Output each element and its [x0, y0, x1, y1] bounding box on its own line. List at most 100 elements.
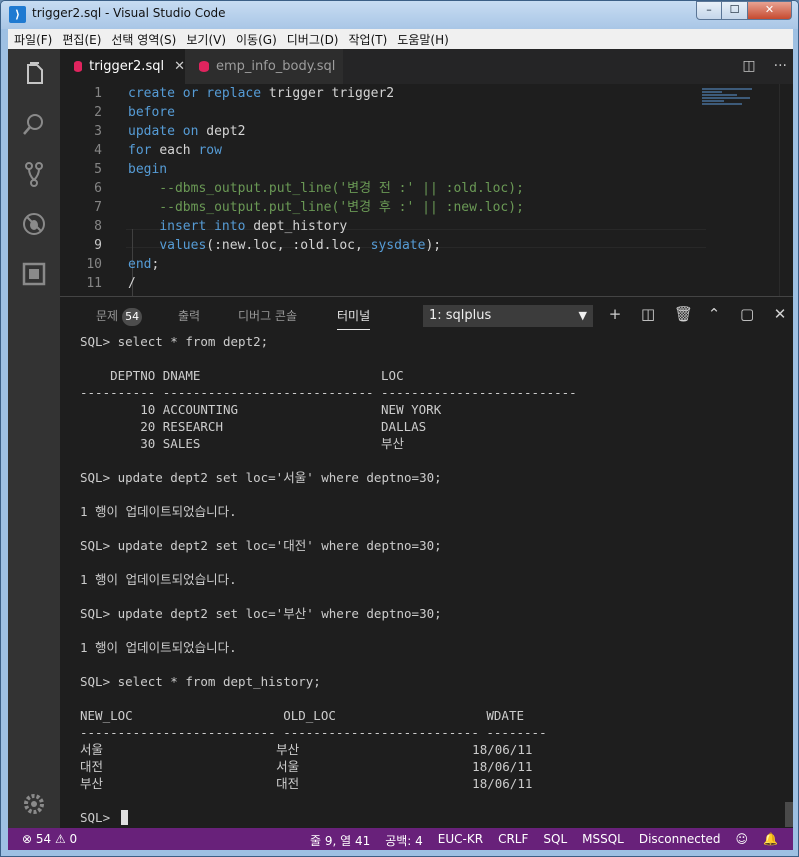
code-line: begin — [128, 162, 168, 177]
menu-help[interactable]: 도움말(H) — [397, 31, 449, 48]
close-tab-button[interactable]: ✕ — [174, 59, 185, 74]
search-icon[interactable] — [21, 111, 47, 137]
notifications-bell-icon[interactable]: 🔔 — [763, 832, 778, 849]
window-title: trigger2.sql - Visual Studio Code — [32, 6, 226, 20]
debug-icon[interactable] — [21, 211, 47, 237]
menu-file[interactable]: 파일(F) — [14, 31, 52, 48]
tab-problems[interactable]: 문제 54 — [96, 307, 143, 326]
terminal-line: SQL> update dept2 set loc='대전' where dep… — [80, 538, 442, 553]
problems-count-badge: 54 — [122, 308, 143, 326]
feedback-smiley-icon[interactable]: ☺ — [736, 832, 749, 849]
minimap[interactable] — [702, 88, 762, 118]
indentation[interactable]: 공백: 4 — [385, 832, 423, 849]
terminal-line: 30 SALES 부산 — [80, 436, 405, 451]
terminal-line: 서울 부산 18/06/11 — [80, 742, 533, 757]
terminal-line: 10 ACCOUNTING NEW YORK — [80, 402, 442, 417]
line-number: 10 — [86, 257, 102, 272]
menu-edit[interactable]: 편집(E) — [62, 31, 101, 48]
cursor-position[interactable]: 줄 9, 열 41 — [310, 832, 370, 849]
terminal-scrollbar[interactable] — [785, 802, 793, 827]
kill-terminal-trash-icon[interactable]: 🗑 — [674, 305, 693, 323]
terminal-line: 1 행이 업데이트되었습니다. — [80, 640, 237, 655]
window-frame-bottom — [1, 850, 798, 856]
code-line: for each row — [128, 143, 222, 158]
terminal-line: 20 RESEARCH DALLAS — [80, 419, 427, 434]
menu-bar: 파일(F) 편집(E) 선택 영역(S) 보기(V) 이동(G) 디버그(D) … — [8, 29, 793, 49]
language-mode[interactable]: SQL — [543, 832, 567, 849]
line-number: 1 — [94, 86, 102, 101]
code-comment-line: --dbms_output.put_line('변경 전 :' || :old.… — [128, 181, 524, 196]
more-actions-button[interactable]: ··· — [774, 58, 787, 74]
terminal-line: SQL> update dept2 set loc='부산' where dep… — [80, 606, 442, 621]
line-number: 2 — [94, 105, 102, 120]
line-number: 5 — [94, 162, 102, 177]
terminal-output[interactable]: SQL> select * from dept2; DEPTNO DNAME L… — [80, 333, 780, 828]
menu-selection[interactable]: 선택 영역(S) — [111, 31, 176, 48]
line-number: 7 — [94, 200, 102, 215]
title-bar: ⟩ trigger2.sql - Visual Studio Code – ☐ … — [1, 1, 798, 29]
editor-scrollbar[interactable] — [779, 84, 793, 296]
new-terminal-button[interactable]: + — [608, 305, 622, 323]
code-line: create or replace trigger trigger2 — [128, 86, 395, 101]
panel-tabs: 문제 54 출력 디버그 콘솔 터미널 1: sqlplus ▼ + ◫ 🗑 ⌃ … — [60, 297, 793, 333]
tab-output[interactable]: 출력 — [178, 307, 200, 324]
line-number: 8 — [94, 219, 102, 234]
terminal-line: SQL> select * from dept_history; — [80, 674, 321, 689]
terminal-line: -------------------------- -------------… — [80, 725, 547, 740]
sql-server[interactable]: MSSQL — [582, 832, 624, 849]
terminal-line: 부산 대전 18/06/11 — [80, 776, 533, 791]
menu-debug[interactable]: 디버그(D) — [287, 31, 339, 48]
tab-trigger2-sql[interactable]: trigger2.sql ✕ — [60, 49, 185, 84]
settings-gear-icon[interactable] — [21, 791, 47, 817]
line-number: 3 — [94, 124, 102, 139]
source-control-icon[interactable] — [21, 161, 47, 187]
editor-tabs: trigger2.sql ✕ emp_info_body.sql ◫ ··· — [60, 49, 793, 84]
chevron-down-icon: ▼ — [578, 309, 587, 322]
split-terminal-button[interactable]: ◫ — [641, 305, 655, 323]
line-number: 11 — [86, 276, 102, 291]
terminal-line: 대전 서울 18/06/11 — [80, 759, 533, 774]
database-icon — [74, 61, 83, 72]
terminal-prompt-line: SQL> — [80, 809, 128, 826]
terminal-line: ---------- ---------------------------- … — [80, 385, 577, 400]
extensions-icon[interactable] — [21, 261, 47, 287]
code-comment-line: --dbms_output.put_line('변경 후 :' || :new.… — [128, 200, 524, 215]
activity-bar — [8, 49, 60, 828]
close-panel-button[interactable]: ✕ — [773, 305, 787, 323]
maximize-button[interactable]: ☐ — [722, 1, 748, 20]
maximize-panel-chevron-up-icon[interactable]: ⌃ — [707, 305, 721, 323]
database-icon — [199, 61, 209, 72]
menu-tasks[interactable]: 작업(T) — [349, 31, 388, 48]
menu-go[interactable]: 이동(G) — [236, 31, 277, 48]
tab-debug-console[interactable]: 디버그 콘솔 — [238, 307, 297, 324]
terminal-line: 1 행이 업데이트되었습니다. — [80, 572, 237, 587]
terminal-select[interactable]: 1: sqlplus ▼ — [423, 305, 593, 327]
terminal-line: 1 행이 업데이트되었습니다. — [80, 504, 237, 519]
minimize-button[interactable]: – — [696, 1, 722, 20]
line-number: 6 — [94, 181, 102, 196]
encoding[interactable]: EUC-KR — [438, 832, 483, 849]
end-of-line[interactable]: CRLF — [498, 832, 528, 849]
tab-terminal[interactable]: 터미널 — [337, 307, 371, 330]
tab-emp-info-body-sql[interactable]: emp_info_body.sql — [185, 49, 343, 84]
tab-label: emp_info_body.sql — [216, 59, 336, 74]
connection-status[interactable]: Disconnected — [639, 832, 721, 849]
code-editor[interactable]: 1 create or replace trigger trigger2 2 bef… — [60, 84, 793, 324]
status-bar: ⊗ 54 ⚠ 0 줄 9, 열 41 공백: 4 EUC-KR CRLF SQL… — [8, 828, 793, 850]
menu-view[interactable]: 보기(V) — [186, 31, 226, 48]
code-line: end; — [128, 257, 160, 272]
code-line: before — [128, 105, 175, 120]
explorer-icon[interactable] — [21, 61, 47, 87]
problems-status[interactable]: ⊗ 54 ⚠ 0 — [22, 832, 77, 846]
split-editor-button[interactable]: ◫ — [742, 58, 755, 74]
terminal-prompt: SQL> — [80, 810, 118, 825]
terminal-line: DEPTNO DNAME LOC — [80, 368, 404, 383]
code-line: update on dept2 — [128, 124, 246, 139]
vscode-workbench: trigger2.sql ✕ emp_info_body.sql ◫ ··· 1… — [8, 49, 793, 828]
close-window-button[interactable]: ✕ — [748, 1, 792, 20]
toggle-panel-icon[interactable]: ▢ — [740, 305, 754, 323]
terminal-line: NEW_LOC OLD_LOC WDATE — [80, 708, 525, 723]
vscode-logo-icon: ⟩ — [9, 6, 26, 23]
terminal-line: SQL> update dept2 set loc='서울' where dep… — [80, 470, 442, 485]
code-line: / — [128, 276, 136, 291]
